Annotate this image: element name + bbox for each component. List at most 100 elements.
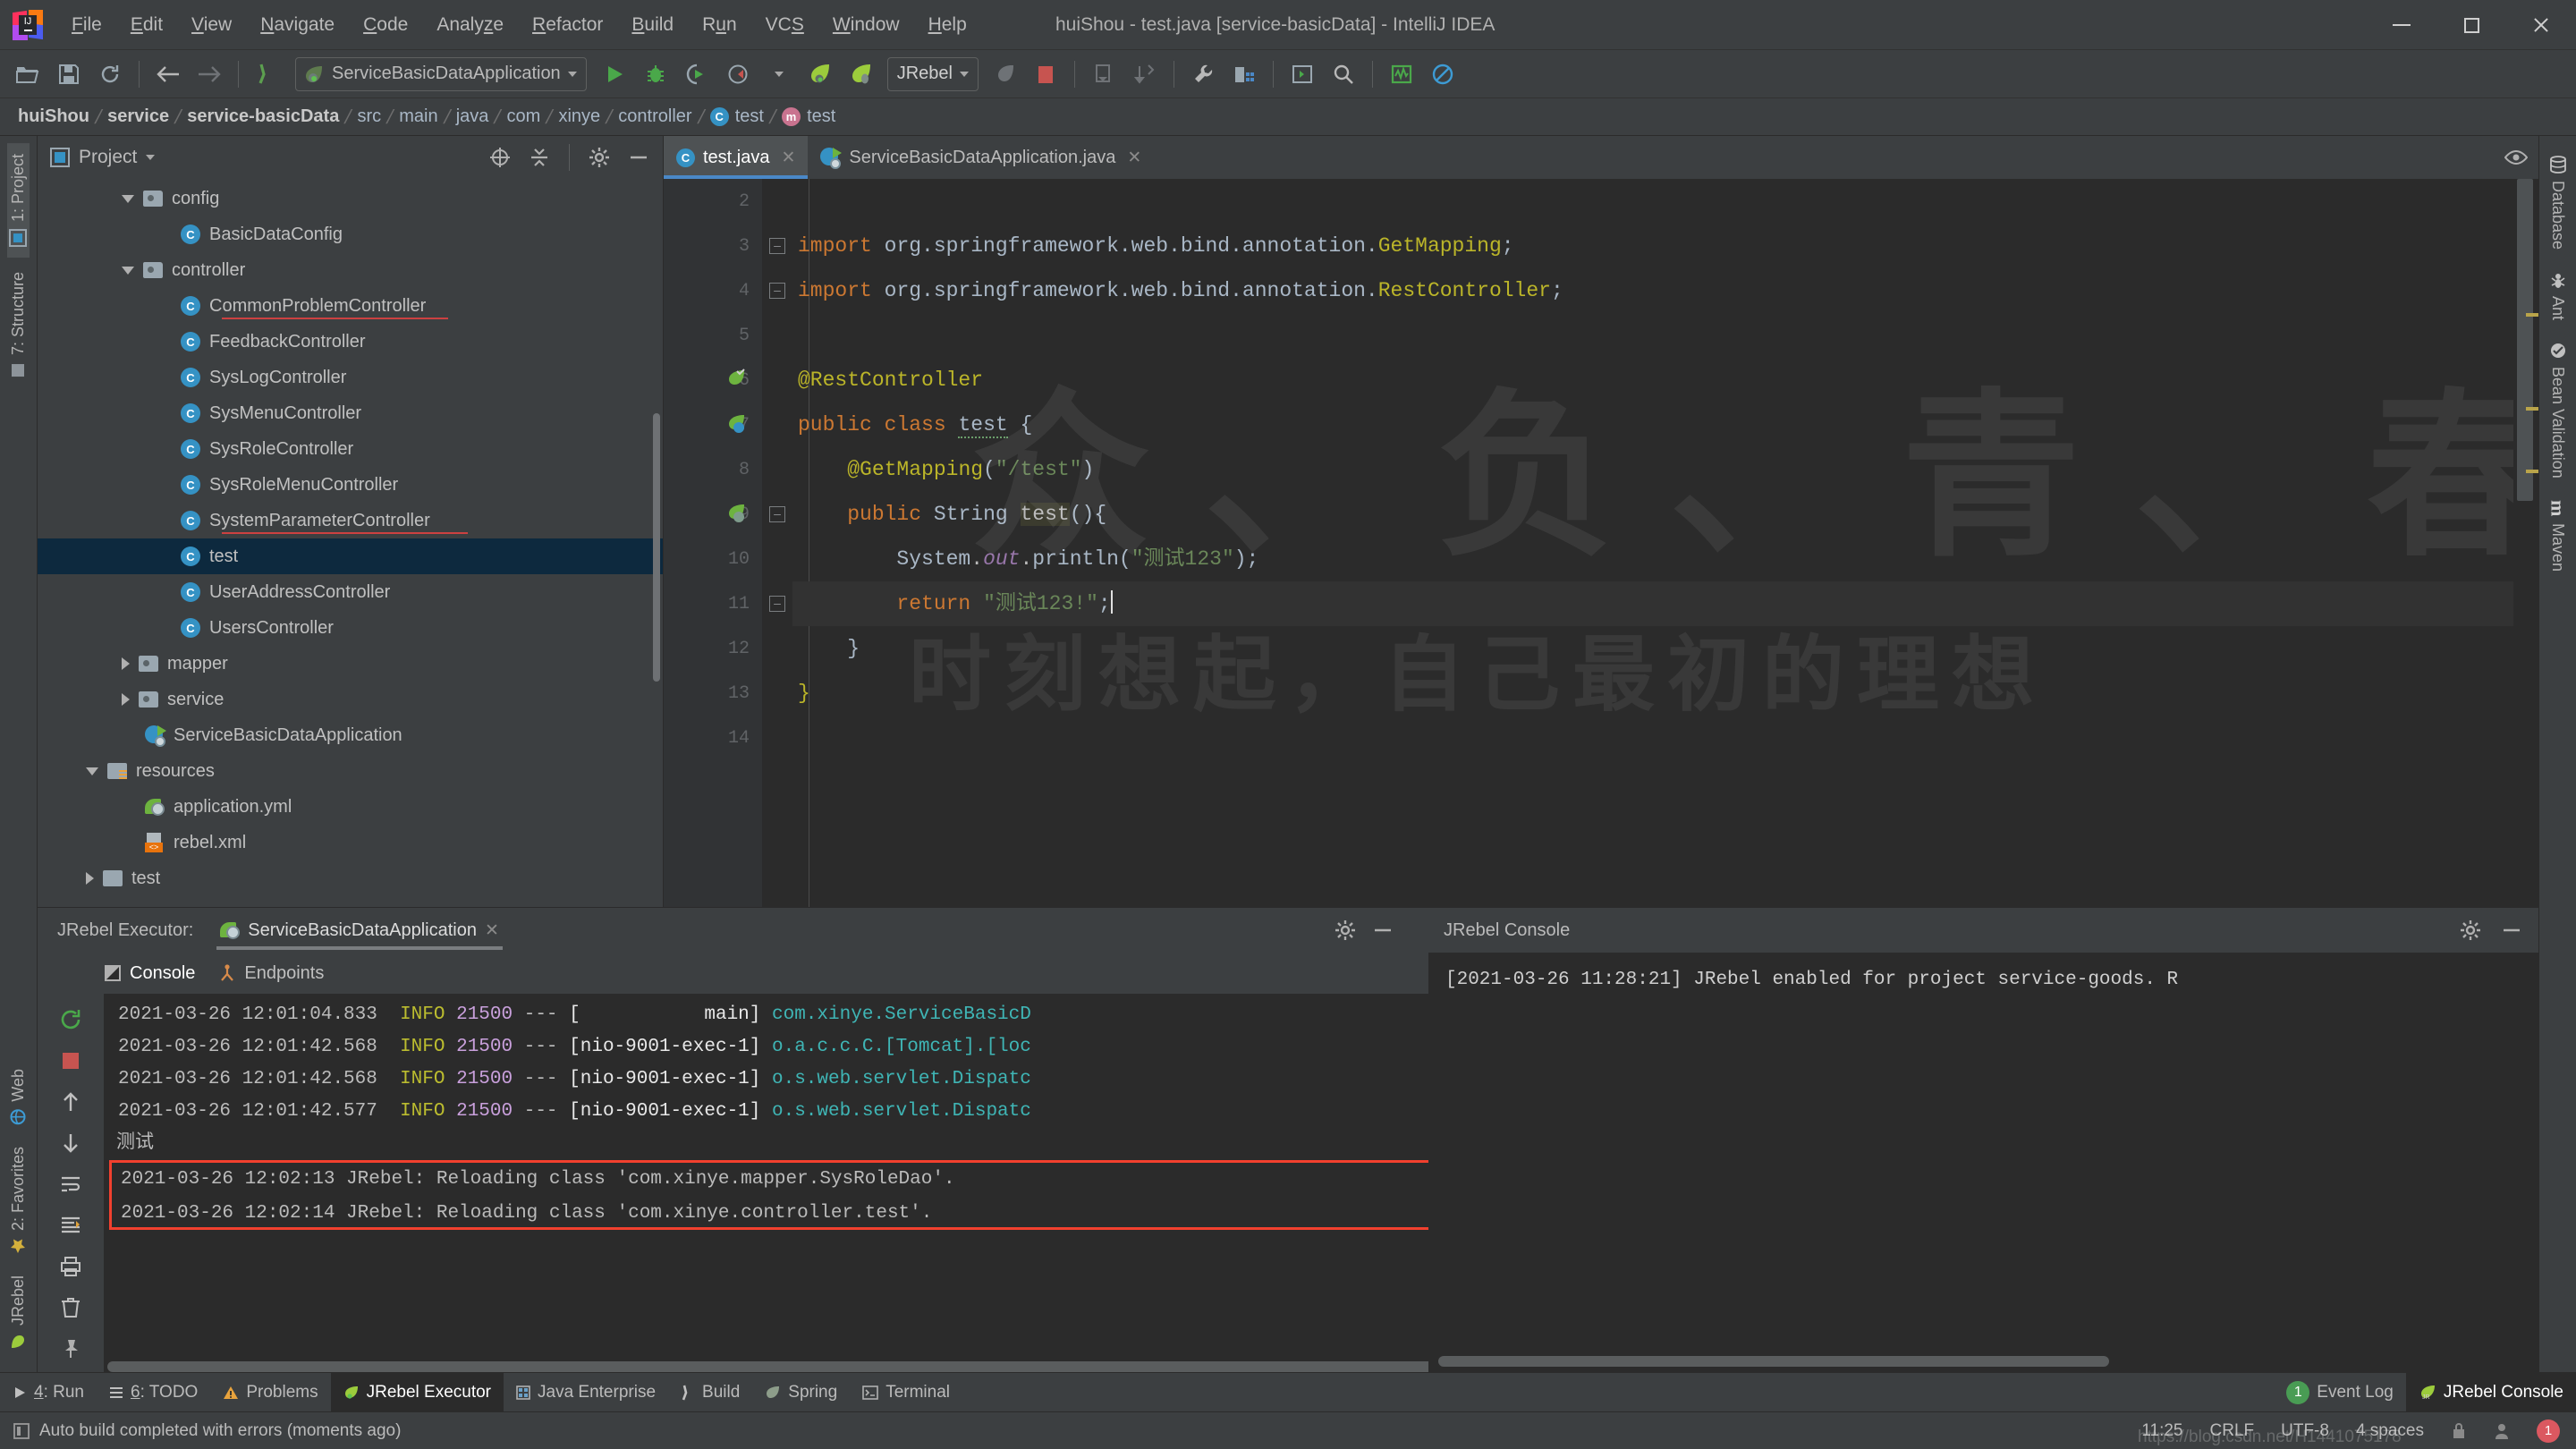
tree-node-sysrolemenucontroller[interactable]: C SysRoleMenuController xyxy=(38,467,663,503)
stop-icon[interactable] xyxy=(51,1042,90,1080)
tree-node-commonproblemcontroller[interactable]: C CommonProblemController xyxy=(38,288,663,324)
open-folder-icon[interactable] xyxy=(7,55,48,94)
toolwindow-terminal[interactable]: Terminal xyxy=(850,1373,962,1411)
chevron-down-icon[interactable] xyxy=(122,194,134,203)
sidebar-item-web[interactable]: Web xyxy=(7,1058,30,1136)
chevron-right-icon[interactable] xyxy=(86,872,94,885)
settings-gear-icon[interactable] xyxy=(1335,919,1356,941)
close-button[interactable] xyxy=(2506,0,2576,50)
lock-icon[interactable] xyxy=(2451,1422,2467,1440)
toolwindow-run[interactable]: 4: Run xyxy=(0,1373,97,1411)
subtab-console[interactable]: Console xyxy=(104,963,195,984)
tree-node-service[interactable]: service xyxy=(38,682,663,717)
tree-node-basicdataconfig[interactable]: C BasicDataConfig xyxy=(38,216,663,252)
breadcrumb-item-controller[interactable]: controller xyxy=(614,106,695,127)
minimize-button[interactable] xyxy=(2367,0,2436,50)
soft-wrap-icon[interactable] xyxy=(51,1165,90,1203)
run-console-output[interactable]: 2021-03-26 12:01:04.833 INFO 21500 --- [… xyxy=(104,994,1428,1372)
preview-eye-icon[interactable] xyxy=(2504,149,2528,165)
settings-gear-icon[interactable] xyxy=(2460,919,2481,941)
print-icon[interactable] xyxy=(51,1248,90,1285)
chevron-down-icon[interactable] xyxy=(959,71,969,77)
breadcrumb-item-method-test[interactable]: m test xyxy=(778,106,839,127)
chevron-down-icon[interactable] xyxy=(567,71,577,77)
menu-navigate[interactable]: Navigate xyxy=(246,9,349,41)
sidebar-item-project[interactable]: 1: Project xyxy=(7,143,30,258)
hotswap-icon[interactable] xyxy=(984,55,1025,94)
jrebel-run-icon[interactable] xyxy=(800,55,841,94)
tree-node-useraddresscontroller[interactable]: C UserAddressController xyxy=(38,574,663,610)
tree-node-application-yml[interactable]: application.yml xyxy=(38,789,663,825)
sidebar-item-database[interactable]: Database xyxy=(2546,145,2569,260)
sync-icon[interactable] xyxy=(89,55,131,94)
tab-servicebasicdataapplication-java[interactable]: ServiceBasicDataApplication.java ✕ xyxy=(808,136,1154,179)
sidebar-item-ant[interactable]: Ant xyxy=(2546,260,2569,331)
fold-icon[interactable]: – xyxy=(769,596,785,612)
menu-code[interactable]: Code xyxy=(349,9,422,41)
back-arrow-icon[interactable] xyxy=(148,55,189,94)
toolwindow-build[interactable]: Build xyxy=(668,1373,752,1411)
breadcrumb-item-class-test[interactable]: C test xyxy=(707,106,767,127)
toolwindow-todo[interactable]: 6: TODO xyxy=(97,1373,210,1411)
editor-gutter[interactable]: 2 3 4 5 6 7 8 9 10 11 12 13 14 xyxy=(664,179,762,907)
project-scrollbar[interactable] xyxy=(653,413,660,682)
hide-icon[interactable] xyxy=(623,142,654,173)
code-folding-column[interactable]: – – – – xyxy=(762,179,792,907)
tree-node-resources[interactable]: resources xyxy=(38,753,663,789)
hide-icon[interactable] xyxy=(2501,919,2522,941)
toolwindow-java-enterprise[interactable]: Java Enterprise xyxy=(504,1373,668,1411)
subtab-endpoints[interactable]: Endpoints xyxy=(218,963,324,984)
locate-icon[interactable] xyxy=(485,142,515,173)
menu-view[interactable]: View xyxy=(177,9,246,41)
tree-node-config[interactable]: config xyxy=(38,181,663,216)
close-icon[interactable]: ✕ xyxy=(781,148,795,168)
disable-icon[interactable] xyxy=(1422,55,1463,94)
spring-class-icon[interactable] xyxy=(724,413,748,436)
chevron-down-icon[interactable] xyxy=(146,155,156,160)
menu-build[interactable]: Build xyxy=(617,9,688,41)
tree-node-controller[interactable]: controller xyxy=(38,252,663,288)
menu-analyze[interactable]: Analyze xyxy=(422,9,518,41)
toolwindow-jrebel-console[interactable]: JR JRebel Console xyxy=(2405,1373,2576,1411)
sidebar-item-jrebel[interactable]: JRebel xyxy=(7,1265,30,1360)
toolwindow-spring[interactable]: Spring xyxy=(752,1373,850,1411)
settings-wrench-icon[interactable] xyxy=(1182,55,1224,94)
spring-bean-icon[interactable] xyxy=(724,369,748,392)
menu-vcs[interactable]: VCS xyxy=(751,9,818,41)
fold-icon[interactable]: – xyxy=(769,506,785,522)
error-badge[interactable]: 1 xyxy=(2537,1419,2560,1443)
tree-node-sysrolecontroller[interactable]: C SysRoleController xyxy=(38,431,663,467)
breadcrumb-item-java[interactable]: java xyxy=(453,106,493,127)
breadcrumb-item-com[interactable]: com xyxy=(504,106,545,127)
breadcrumb-item-service-basicdata[interactable]: service-basicData xyxy=(183,106,343,127)
chevron-down-icon[interactable] xyxy=(122,266,134,275)
tree-node-test[interactable]: Ctest xyxy=(38,538,663,574)
scroll-end-icon[interactable] xyxy=(51,1207,90,1244)
build-icon[interactable] xyxy=(247,55,288,94)
run-configuration-selector[interactable]: ServiceBasicDataApplication xyxy=(295,56,587,91)
breadcrumb-item-main[interactable]: main xyxy=(395,106,441,127)
code-content[interactable]: import org.springframework.web.bind.anno… xyxy=(792,179,2538,907)
tree-node-userscontroller[interactable]: C UsersController xyxy=(38,610,663,646)
run-button[interactable] xyxy=(594,55,635,94)
tree-node-feedbackcontroller[interactable]: C FeedbackController xyxy=(38,324,663,360)
menu-window[interactable]: Window xyxy=(818,9,914,41)
settings-gear-icon[interactable] xyxy=(584,142,614,173)
maximize-button[interactable] xyxy=(2436,0,2506,50)
editor-scrollbar[interactable] xyxy=(2513,179,2538,907)
fold-icon[interactable]: – xyxy=(769,238,785,254)
project-structure-icon[interactable] xyxy=(1224,55,1265,94)
stop-button[interactable] xyxy=(1025,55,1066,94)
run-with-coverage-icon[interactable] xyxy=(676,55,717,94)
save-icon[interactable] xyxy=(48,55,89,94)
jrebel-selector[interactable]: JRebel xyxy=(886,56,979,91)
sidebar-item-favorites[interactable]: 2: Favorites xyxy=(7,1136,30,1265)
clear-icon[interactable] xyxy=(51,1289,90,1326)
project-tree[interactable]: config C BasicDataConfig controller C CommonP… xyxy=(38,179,663,907)
debug-button[interactable] xyxy=(635,55,676,94)
menu-file[interactable]: File xyxy=(57,9,116,41)
menu-run[interactable]: Run xyxy=(688,9,751,41)
console-hscrollbar[interactable] xyxy=(104,1361,1428,1372)
inspection-icon[interactable] xyxy=(2494,1422,2510,1440)
toolwindow-problems[interactable]: Problems xyxy=(210,1373,330,1411)
